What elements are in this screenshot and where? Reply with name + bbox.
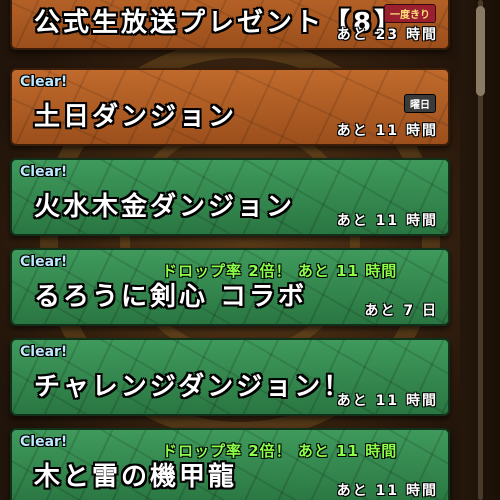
clear-label: Clear! — [20, 254, 68, 270]
dungeon-select-screen: 公式生放送プレゼント【8】 一度きり あと 23 時間 Clear! 土日ダンジ… — [0, 0, 500, 500]
scrollbar-thumb[interactable] — [476, 6, 485, 96]
weekday-badge: 曜日 — [404, 94, 436, 113]
scrollbar[interactable] — [460, 0, 500, 500]
clear-label: Clear! — [20, 164, 68, 180]
dungeon-card-weekday[interactable]: Clear! 火水木金ダンジョン あと 11 時間 — [10, 158, 450, 236]
time-remaining: あと 11 時間 — [336, 483, 438, 499]
dungeon-card-kenshin-collab[interactable]: Clear! ドロップ率 2倍！ あと 11 時間 るろうに剣心 コラボ あと … — [10, 248, 450, 326]
dungeon-title: 木と雷の機甲龍 — [34, 462, 238, 492]
clear-label: Clear! — [20, 74, 68, 90]
time-remaining: あと 7 日 — [364, 303, 438, 319]
dungeon-card-mecha-dragon[interactable]: Clear! ドロップ率 2倍！ あと 11 時間 木と雷の機甲龍 あと 11 … — [10, 428, 450, 500]
dungeon-title: 土日ダンジョン — [34, 102, 238, 132]
time-remaining: あと 11 時間 — [336, 213, 438, 229]
clear-label: Clear! — [20, 434, 68, 450]
dungeon-title: チャレンジダンジョン！ — [34, 372, 353, 402]
clear-label: Clear! — [20, 344, 68, 360]
once-only-badge: 一度きり — [384, 4, 436, 23]
time-remaining: あと 23 時間 — [336, 27, 438, 43]
dungeon-title: 火水木金ダンジョン — [34, 192, 296, 222]
dungeon-title: るろうに剣心 コラボ — [34, 282, 308, 312]
time-remaining: あと 11 時間 — [336, 123, 438, 139]
dungeon-card-challenge[interactable]: Clear! チャレンジダンジョン！ あと 11 時間 — [10, 338, 450, 416]
dungeon-card-official-broadcast[interactable]: 公式生放送プレゼント【8】 一度きり あと 23 時間 — [10, 0, 450, 50]
time-remaining: あと 11 時間 — [336, 393, 438, 409]
dungeon-card-weekend[interactable]: Clear! 土日ダンジョン 曜日 あと 11 時間 — [10, 68, 450, 146]
